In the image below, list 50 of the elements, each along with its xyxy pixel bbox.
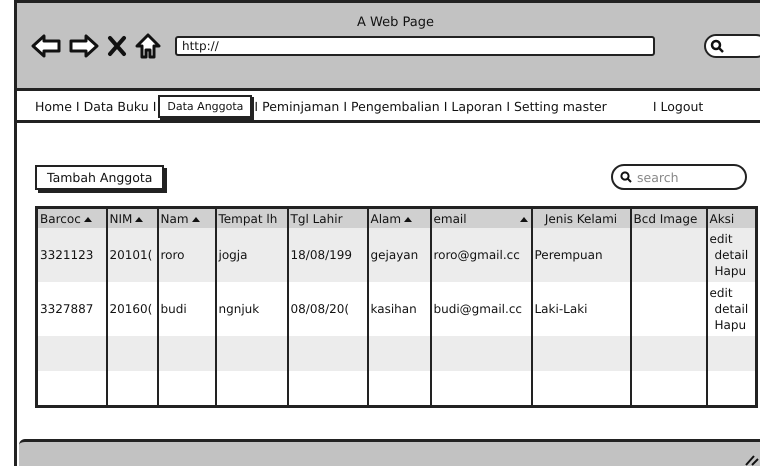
nav-link[interactable]: Logout <box>658 99 706 114</box>
table-cell: roro@gmail.cc <box>430 228 532 282</box>
column-header[interactable]: Nam <box>158 208 216 228</box>
table-cell: Perempuan <box>532 228 630 282</box>
action-link[interactable]: edit <box>710 285 733 301</box>
nav-separator: I <box>253 99 260 114</box>
action-link[interactable]: Hapu <box>714 317 746 333</box>
table-cell: 20101( <box>106 228 158 282</box>
table-cell: roro <box>158 228 216 282</box>
column-header[interactable]: Bcd Image <box>630 208 706 228</box>
nav-link[interactable]: Setting master <box>512 99 609 114</box>
column-header[interactable]: Alam <box>368 208 430 228</box>
forward-icon[interactable] <box>69 33 99 59</box>
nav-link[interactable]: Pengembalian <box>349 99 442 114</box>
url-field[interactable]: http:// <box>175 36 655 56</box>
column-header[interactable]: Barcoc <box>36 208 106 228</box>
nav-separator: I <box>442 99 448 114</box>
table-cell: 3321123 <box>36 228 106 282</box>
nav-link[interactable]: Peminjaman <box>260 99 342 114</box>
nav-link[interactable]: Home <box>33 99 74 114</box>
resize-grip-icon[interactable] <box>744 454 760 466</box>
browser-search-field[interactable] <box>704 34 760 58</box>
column-header[interactable]: Aksi <box>706 208 756 228</box>
column-header[interactable]: Tempat lh <box>216 208 288 228</box>
home-icon[interactable] <box>135 33 161 59</box>
nav-link[interactable]: Data Anggota <box>158 95 252 118</box>
table-cell: jogja <box>216 228 288 282</box>
search-field[interactable]: search <box>611 164 747 190</box>
nav-separator: I <box>342 99 348 114</box>
table-cell: gejayan <box>368 228 430 282</box>
column-header[interactable]: email <box>430 208 532 228</box>
action-link[interactable]: detail <box>714 247 748 263</box>
action-link[interactable]: detail <box>714 301 748 317</box>
nav-separator: I <box>505 99 511 114</box>
column-header[interactable]: Tgl Lahir <box>288 208 368 228</box>
nav-separator: I <box>152 99 158 114</box>
action-link[interactable]: Hapu <box>714 263 746 279</box>
nav-link[interactable]: Data Buku <box>82 99 151 114</box>
window-title: A Web Page <box>356 14 435 32</box>
table-cell: 18/08/199 <box>288 228 368 282</box>
nav-link[interactable]: Laporan <box>449 99 504 114</box>
nav-separator: I <box>74 99 81 114</box>
search-icon <box>710 39 724 53</box>
close-icon[interactable] <box>107 35 127 57</box>
nav-separator: I <box>652 99 658 114</box>
action-link[interactable]: edit <box>710 231 733 247</box>
search-icon <box>620 171 632 183</box>
back-icon[interactable] <box>31 33 61 59</box>
column-header[interactable]: Jenis Kelami <box>532 208 630 228</box>
column-header[interactable]: NIM <box>106 208 158 228</box>
